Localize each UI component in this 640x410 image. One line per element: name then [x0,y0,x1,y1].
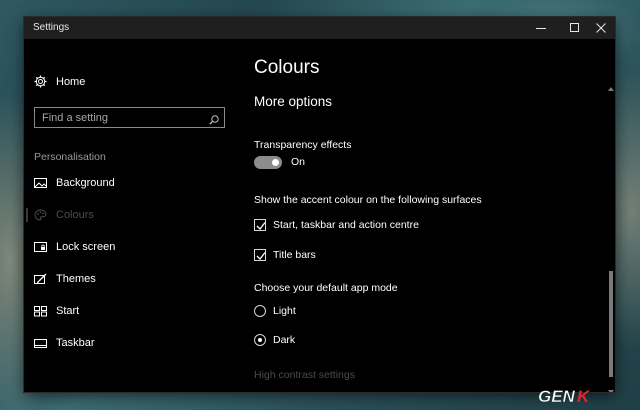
nav-home-label: Home [56,76,86,88]
title-bar[interactable]: Settings [24,17,615,39]
start-icon [34,305,47,320]
sidebar: Home Personalisation Background [24,39,238,392]
radio-label: Light [273,305,296,317]
radio-button[interactable] [254,334,266,346]
scrollbar[interactable] [607,39,615,392]
radio-button[interactable] [254,305,266,317]
section-title-more-options: More options [254,94,333,109]
radio-selected-dot [258,338,262,342]
sidebar-item-start[interactable]: Start [24,300,238,324]
minimize-button[interactable] [524,17,558,39]
transparency-state: On [291,156,306,168]
paintbrush-icon [34,273,47,288]
window-title: Settings [33,22,70,33]
accent-surfaces-label: Show the accent colour on the following … [254,194,482,206]
sidebar-item-label: Lock screen [56,241,116,253]
picture-icon [34,177,47,192]
sidebar-item-label: Background [56,177,115,189]
radio-label: Dark [273,334,296,346]
toggle-knob [272,159,279,166]
gear-icon [34,75,47,91]
close-icon [596,23,606,33]
active-indicator [26,208,28,222]
checkbox-label: Title bars [273,249,316,261]
sidebar-item-label: Start [56,305,80,317]
palette-icon [34,209,47,224]
lock-screen-icon [34,241,47,256]
close-button[interactable] [584,17,615,39]
sidebar-item-taskbar[interactable]: Taskbar [24,332,238,356]
section-label-personalisation: Personalisation [34,151,106,163]
transparency-toggle[interactable] [254,156,282,169]
settings-window: Settings Home Find a setting Personalisa… [24,17,615,392]
search-input[interactable] [35,108,210,127]
sidebar-item-themes[interactable]: Themes [24,268,238,292]
checkmark-icon [256,222,266,230]
high-contrast-settings-link[interactable]: High contrast settings [254,369,355,381]
sidebar-item-label: Taskbar [56,337,95,349]
main-content: Colours More options Transparency effect… [238,39,615,392]
scroll-up-icon[interactable] [608,79,614,91]
page-title: Colours [254,57,320,78]
sidebar-item-label: Colours [56,209,94,221]
minimize-icon [536,28,546,29]
checkmark-icon [256,252,266,260]
search-box[interactable] [34,107,225,128]
svg-text:GEN: GEN [538,387,576,406]
sidebar-item-label: Themes [56,273,96,285]
genk-watermark-logo: GEN K [530,385,630,407]
svg-text:K: K [577,387,591,406]
transparency-label: Transparency effects [254,139,352,151]
sidebar-item-colours[interactable]: Colours [24,204,238,228]
taskbar-icon [34,337,47,352]
search-icon[interactable] [209,112,219,130]
scroll-thumb[interactable] [609,271,613,377]
app-mode-label: Choose your default app mode [254,282,398,294]
checkbox-label: Start, taskbar and action centre [273,219,419,231]
maximize-icon [570,23,579,32]
checkbox[interactable] [254,219,266,231]
sidebar-item-background[interactable]: Background [24,172,238,196]
sidebar-item-lock-screen[interactable]: Lock screen [24,236,238,260]
checkbox[interactable] [254,249,266,261]
